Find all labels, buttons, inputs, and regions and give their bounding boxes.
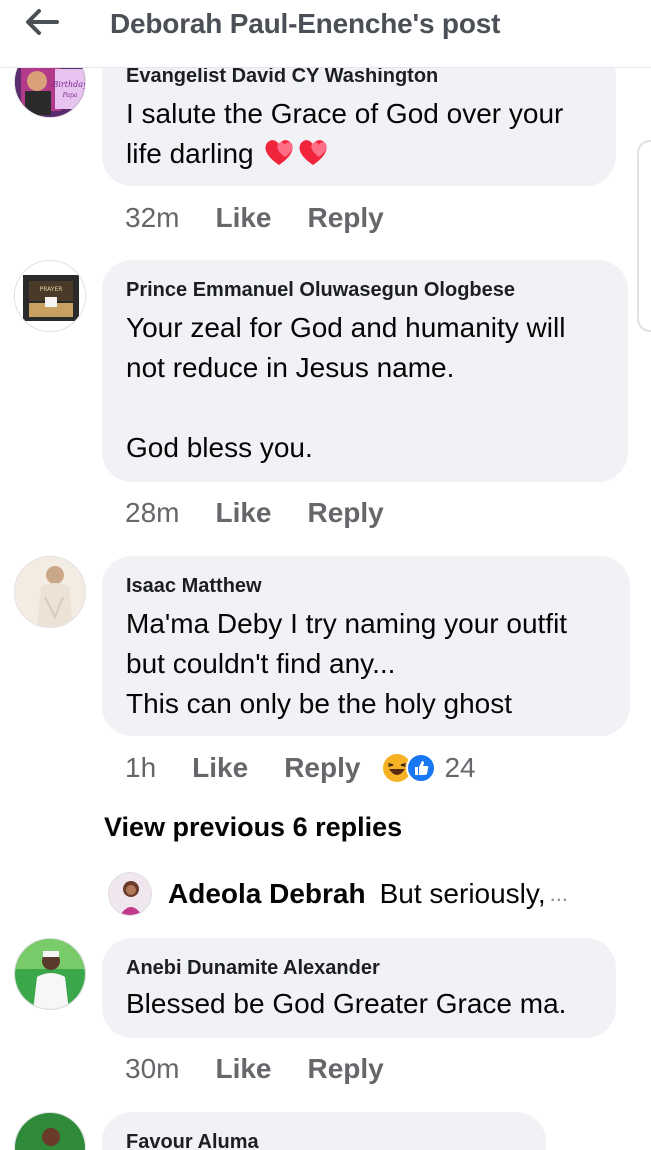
comment-text: Ma'ma Deby I try naming your outfit but …	[126, 608, 568, 719]
comment-text: Your zeal for God and humanity will not …	[126, 312, 566, 463]
reply-button[interactable]: Reply	[284, 752, 360, 784]
comment-bubble[interactable]: Anebi Dunamite Alexander Blessed be God …	[102, 938, 616, 1038]
like-button[interactable]: Like	[215, 497, 271, 529]
page-title: Deborah Paul-Enenche's post	[110, 8, 501, 39]
avatar[interactable]	[14, 556, 86, 628]
svg-text:Birthday: Birthday	[51, 80, 86, 89]
two-hearts-icon	[265, 140, 328, 165]
comment-time[interactable]: 30m	[125, 1053, 179, 1085]
comment-actions: 30m Like Reply	[125, 1053, 420, 1085]
like-icon	[406, 753, 437, 783]
like-button[interactable]: Like	[215, 202, 271, 234]
avatar[interactable]: PRAYER	[14, 260, 86, 332]
comment-time[interactable]: 32m	[125, 202, 179, 234]
comment-bubble[interactable]: Isaac Matthew Ma'ma Deby I try naming yo…	[102, 556, 630, 736]
comment-bubble[interactable]: Prince Emmanuel Oluwasegun Ologbese Your…	[102, 260, 628, 482]
arrow-left-icon	[26, 9, 59, 35]
comment-author[interactable]: Isaac Matthew	[126, 574, 606, 598]
reply-button[interactable]: Reply	[308, 1053, 384, 1085]
comment-author[interactable]: Prince Emmanuel Oluwasegun Ologbese	[126, 278, 604, 302]
side-scroll-handle[interactable]	[637, 140, 651, 332]
view-previous-replies[interactable]: View previous 6 replies	[104, 812, 402, 843]
comment-actions: 32m Like Reply	[125, 202, 420, 234]
reply-text: But seriously,	[379, 878, 546, 909]
reaction-count: 24	[444, 752, 476, 783]
avatar[interactable]	[14, 938, 86, 1010]
svg-text:PRAYER: PRAYER	[40, 286, 63, 293]
comment-actions: 1h Like Reply 24	[125, 752, 476, 784]
avatar[interactable]	[14, 1112, 86, 1150]
comment-text: Blessed be God Greater Grace ma.	[126, 988, 567, 1019]
comment-author[interactable]: Anebi Dunamite Alexander	[126, 956, 592, 980]
reply-ellipsis: ...	[549, 881, 568, 906]
reply-preview[interactable]: Adeola Debrah But seriously, ...	[108, 872, 568, 916]
comment-time[interactable]: 1h	[125, 752, 156, 784]
reply-button[interactable]: Reply	[308, 497, 384, 529]
reply-button[interactable]: Reply	[308, 202, 384, 234]
like-button[interactable]: Like	[215, 1053, 271, 1085]
post-header: Deborah Paul-Enenche's post	[0, 0, 651, 68]
back-button[interactable]	[22, 6, 62, 38]
reply-author[interactable]: Adeola Debrah	[168, 878, 366, 910]
comment-time[interactable]: 28m	[125, 497, 179, 529]
comment-author[interactable]: Favour Aluma	[126, 1130, 522, 1150]
comment-actions: 28m Like Reply	[125, 497, 420, 529]
svg-text:Papa: Papa	[62, 92, 78, 99]
reactions-summary[interactable]: 24	[382, 752, 476, 784]
comment-bubble[interactable]: Favour Aluma	[102, 1112, 546, 1150]
avatar[interactable]	[108, 872, 152, 916]
comment-text: I salute the Grace of God over your life…	[126, 98, 564, 169]
like-button[interactable]: Like	[192, 752, 248, 784]
